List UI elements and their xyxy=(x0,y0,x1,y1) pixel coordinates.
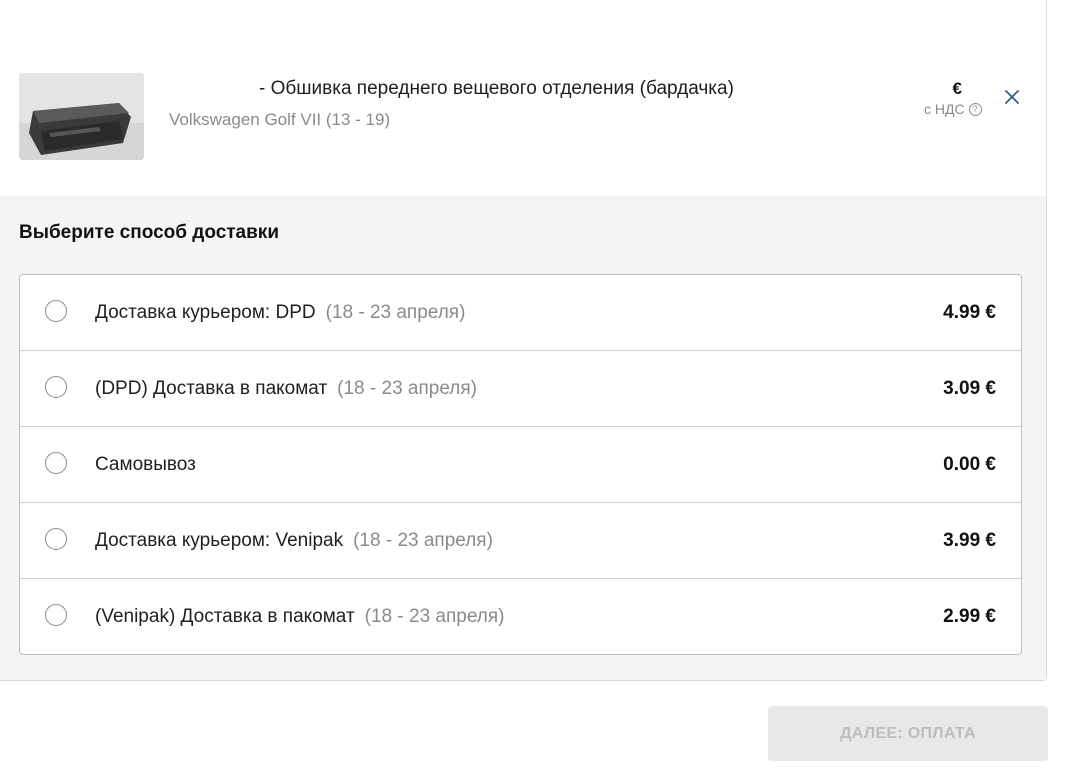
delivery-option-label: Доставка курьером: Venipak (18 - 23 апрел… xyxy=(95,530,493,552)
vat-note-label: с НДС xyxy=(924,101,965,117)
delivery-option-dates: (18 - 23 апреля) xyxy=(337,378,477,399)
delivery-option-price: 2.99 € xyxy=(943,606,996,627)
product-vehicle: Volkswagen Golf VII (13 - 19) xyxy=(169,110,391,129)
delivery-heading: Выберите способ доставки xyxy=(19,222,279,243)
delivery-option-venipak-courier[interactable]: Доставка курьером: Venipak (18 - 23 апрел… xyxy=(20,503,1021,579)
remove-item-button[interactable] xyxy=(1002,87,1022,107)
radio-button[interactable] xyxy=(45,452,67,474)
delivery-option-label: Доставка курьером: DPD (18 - 23 апреля) xyxy=(95,302,465,324)
delivery-option-name: Доставка курьером: Venipak xyxy=(95,530,344,551)
delivery-option-price: 3.99 € xyxy=(943,530,996,551)
delivery-option-dpd-parcel-locker[interactable]: (DPD) Доставка в пакомат (18 - 23 апреля)… xyxy=(20,351,1021,427)
question-circle-icon[interactable]: ? xyxy=(968,102,982,116)
radio-button[interactable] xyxy=(45,604,67,626)
radio-button[interactable] xyxy=(45,376,67,398)
delivery-options-list: Доставка курьером: DPD (18 - 23 апреля) 4… xyxy=(19,274,1022,655)
delivery-option-pickup[interactable]: Самовывоз 0.00 € xyxy=(20,427,1021,503)
delivery-option-name: Самовывоз xyxy=(95,454,196,475)
delivery-option-label: (Venipak) Доставка в пакомат (18 - 23 апр… xyxy=(95,606,504,628)
delivery-option-dates: (18 - 23 апреля) xyxy=(364,606,505,627)
product-price-currency: € xyxy=(952,79,962,98)
close-icon xyxy=(1005,90,1019,104)
delivery-option-price: 0.00 € xyxy=(943,454,996,475)
next-payment-button[interactable]: ДАЛЕЕ: ОПЛАТА xyxy=(768,706,1048,761)
delivery-option-name: Доставка курьером: DPD xyxy=(95,302,316,323)
delivery-section: Выберите способ доставки Доставка курьер… xyxy=(0,196,1046,680)
cart-item: - Обшивка переднего вещевого отделения (… xyxy=(0,0,1046,196)
delivery-option-name: (DPD) Доставка в пакомат xyxy=(95,378,328,399)
delivery-option-venipak-parcel-locker[interactable]: (Venipak) Доставка в пакомат (18 - 23 апр… xyxy=(20,579,1021,654)
delivery-option-price: 4.99 € xyxy=(943,302,996,323)
delivery-option-dpd-courier[interactable]: Доставка курьером: DPD (18 - 23 апреля) 4… xyxy=(20,275,1021,351)
delivery-option-price: 3.09 € xyxy=(943,378,996,399)
vat-note: с НДС ? xyxy=(924,101,982,117)
delivery-option-dates: (18 - 23 апреля) xyxy=(325,302,466,323)
delivery-option-dates: (18 - 23 апреля) xyxy=(353,530,493,551)
delivery-option-label: (DPD) Доставка в пакомат (18 - 23 апреля) xyxy=(95,378,477,400)
glovebox-trim-photo xyxy=(19,73,144,160)
radio-button[interactable] xyxy=(45,528,67,550)
radio-button[interactable] xyxy=(45,300,67,322)
product-title: - Обшивка переднего вещевого отделения (… xyxy=(259,78,734,99)
delivery-option-name: (Venipak) Доставка в пакомат xyxy=(95,606,355,627)
delivery-option-label: Самовывоз xyxy=(95,454,196,476)
checkout-panel: - Обшивка переднего вещевого отделения (… xyxy=(0,0,1047,681)
product-image xyxy=(19,73,144,160)
